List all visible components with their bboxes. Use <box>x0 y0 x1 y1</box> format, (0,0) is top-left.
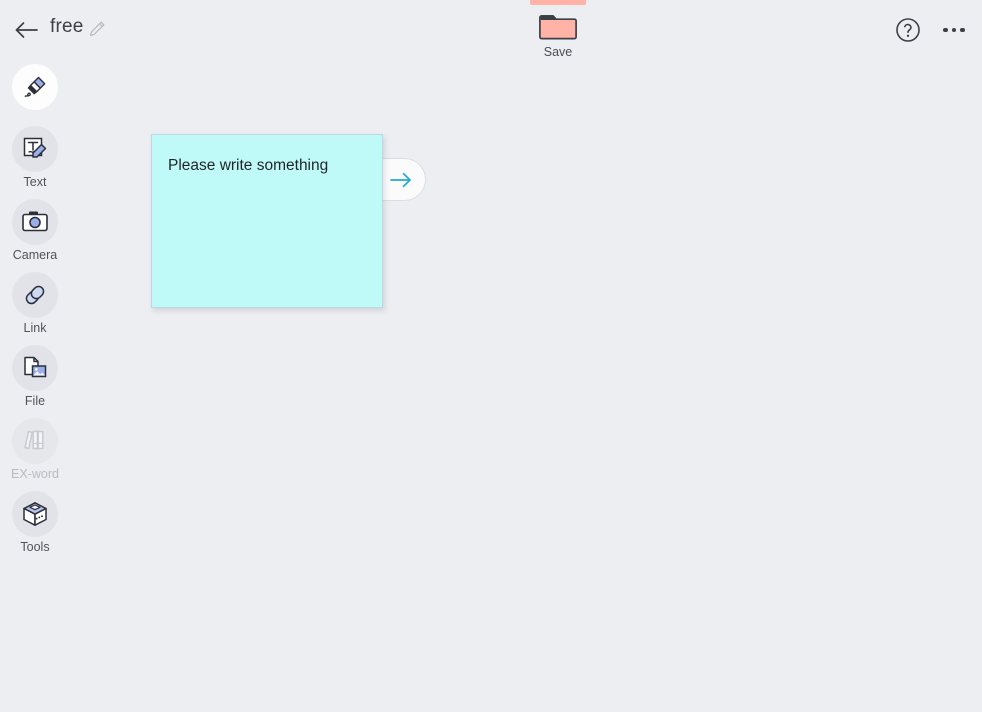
more-options-button[interactable] <box>938 14 970 46</box>
document-title: free <box>50 16 84 37</box>
header-actions <box>892 14 970 46</box>
toolbox-cube-icon <box>12 491 58 537</box>
title-edit-button[interactable] <box>88 20 106 38</box>
arrow-left-icon <box>15 22 38 38</box>
pen-marker-icon <box>12 64 58 110</box>
sidebar-item-label: Text <box>23 175 47 189</box>
sidebar-item-label: Tools <box>20 540 50 554</box>
app-header: free Save <box>0 0 982 60</box>
save-button[interactable]: Save <box>529 10 587 59</box>
save-label: Save <box>543 45 573 59</box>
note-group: Please write something <box>151 134 426 308</box>
folder-icon <box>539 15 577 40</box>
sidebar-item-camera[interactable]: Camera <box>0 199 70 263</box>
file-image-icon <box>12 345 58 391</box>
note-text: Please write something <box>168 157 329 174</box>
help-button[interactable] <box>892 14 924 46</box>
sidebar-item-label: EX-word <box>11 467 59 481</box>
sidebar-item-label: Link <box>23 321 47 335</box>
canvas-area[interactable]: Please write something <box>70 60 982 712</box>
text-edit-icon <box>12 126 58 172</box>
link-chain-icon <box>12 272 58 318</box>
sidebar-item-text[interactable]: Text <box>0 126 70 190</box>
ellipsis-horizontal-icon <box>943 27 965 33</box>
tool-sidebar: Text Camera Link File EX-word Tools <box>0 64 70 564</box>
books-icon <box>12 418 58 464</box>
back-button[interactable] <box>10 13 44 47</box>
note-card[interactable]: Please write something <box>151 134 383 308</box>
sidebar-item-label: File <box>24 394 46 408</box>
arrow-right-icon <box>390 172 411 187</box>
sidebar-item-tools[interactable]: Tools <box>0 491 70 555</box>
camera-icon <box>12 199 58 245</box>
question-circle-icon <box>896 18 920 42</box>
sidebar-item-pen[interactable] <box>0 64 70 110</box>
sidebar-item-file[interactable]: File <box>0 345 70 409</box>
sidebar-item-link[interactable]: Link <box>0 272 70 336</box>
sidebar-item-label: Camera <box>12 248 58 262</box>
sidebar-item-ex-word: EX-word <box>0 418 70 482</box>
pencil-edit-icon <box>90 21 105 36</box>
